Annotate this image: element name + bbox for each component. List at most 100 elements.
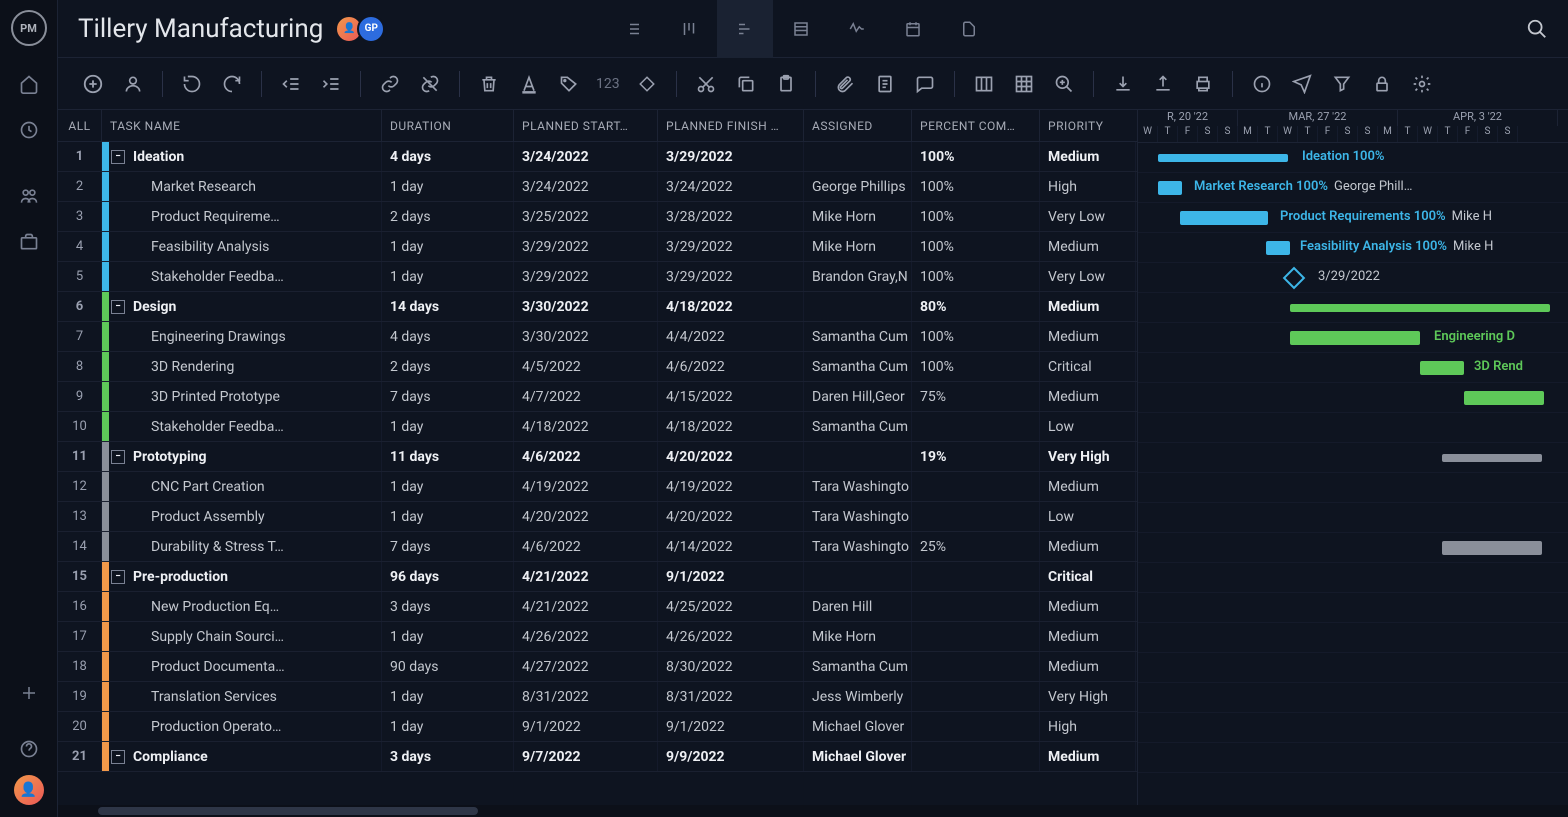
assigned-cell[interactable]: Tara Washingto — [804, 472, 912, 501]
task-name-cell[interactable]: CNC Part Creation — [102, 472, 382, 501]
percent-cell[interactable] — [912, 472, 1040, 501]
task-row[interactable]: 2Market Research1 day3/24/20223/24/2022G… — [58, 172, 1137, 202]
assigned-cell[interactable]: Mike Horn — [804, 202, 912, 231]
finish-cell[interactable]: 9/1/2022 — [658, 712, 804, 741]
milestone-diamond[interactable] — [1283, 267, 1306, 290]
task-name-cell[interactable]: Production Operato… — [102, 712, 382, 741]
finish-cell[interactable]: 9/1/2022 — [658, 562, 804, 591]
task-name-cell[interactable]: Stakeholder Feedba… — [102, 262, 382, 291]
add-icon[interactable] — [9, 673, 49, 713]
task-row[interactable]: 5Stakeholder Feedba…1 day3/29/20223/29/2… — [58, 262, 1137, 292]
zoom-icon[interactable] — [1049, 69, 1079, 99]
finish-cell[interactable]: 4/26/2022 — [658, 622, 804, 651]
member-avatar-2[interactable]: GP — [357, 15, 385, 43]
duration-cell[interactable]: 1 day — [382, 472, 514, 501]
duration-cell[interactable]: 7 days — [382, 382, 514, 411]
start-cell[interactable]: 3/24/2022 — [514, 172, 658, 201]
task-row[interactable]: 10Stakeholder Feedba…1 day4/18/20224/18/… — [58, 412, 1137, 442]
horizontal-scrollbar[interactable] — [58, 805, 1568, 817]
percent-cell[interactable] — [912, 592, 1040, 621]
columns-icon[interactable] — [969, 69, 999, 99]
start-cell[interactable]: 4/20/2022 — [514, 502, 658, 531]
start-cell[interactable]: 4/19/2022 — [514, 472, 658, 501]
project-members[interactable]: 👤 GP — [341, 15, 385, 43]
app-logo[interactable]: PM — [11, 10, 47, 46]
task-name-cell[interactable]: Product Documenta… — [102, 652, 382, 681]
task-name-cell[interactable]: Stakeholder Feedba… — [102, 412, 382, 441]
milestone-icon[interactable] — [632, 69, 662, 99]
col-all[interactable]: ALL — [58, 110, 102, 141]
task-name-cell[interactable]: Durability & Stress T… — [102, 532, 382, 561]
assigned-cell[interactable]: Michael Glover — [804, 712, 912, 741]
task-name-cell[interactable]: −Pre-production — [102, 562, 382, 591]
assigned-cell[interactable]: Samantha Cum — [804, 652, 912, 681]
percent-cell[interactable] — [912, 742, 1040, 771]
search-icon[interactable] — [1526, 18, 1548, 40]
start-cell[interactable]: 4/5/2022 — [514, 352, 658, 381]
finish-cell[interactable]: 4/25/2022 — [658, 592, 804, 621]
task-name-cell[interactable]: 3D Printed Prototype — [102, 382, 382, 411]
task-name-cell[interactable]: Engineering Drawings — [102, 322, 382, 351]
start-cell[interactable]: 9/1/2022 — [514, 712, 658, 741]
collapse-icon[interactable]: − — [111, 570, 125, 584]
duration-cell[interactable]: 11 days — [382, 442, 514, 471]
task-name-cell[interactable]: Product Requireme… — [102, 202, 382, 231]
task-row[interactable]: 7Engineering Drawings4 days3/30/20224/4/… — [58, 322, 1137, 352]
view-gantt-icon[interactable] — [717, 0, 773, 58]
unlink-icon[interactable] — [415, 69, 445, 99]
percent-cell[interactable] — [912, 712, 1040, 741]
duration-cell[interactable]: 1 day — [382, 232, 514, 261]
duration-cell[interactable]: 3 days — [382, 592, 514, 621]
task-row[interactable]: 18Product Documenta…90 days4/27/20228/30… — [58, 652, 1137, 682]
task-row[interactable]: 17Supply Chain Sourci…1 day4/26/20224/26… — [58, 622, 1137, 652]
task-row[interactable]: 12CNC Part Creation1 day4/19/20224/19/20… — [58, 472, 1137, 502]
task-row[interactable]: 93D Printed Prototype7 days4/7/20224/15/… — [58, 382, 1137, 412]
priority-cell[interactable]: Medium — [1040, 532, 1136, 561]
percent-cell[interactable]: 100% — [912, 232, 1040, 261]
percent-cell[interactable]: 100% — [912, 322, 1040, 351]
finish-cell[interactable]: 4/19/2022 — [658, 472, 804, 501]
col-duration[interactable]: DURATION — [382, 110, 514, 141]
add-task-icon[interactable] — [78, 69, 108, 99]
duration-cell[interactable]: 4 days — [382, 322, 514, 351]
duration-cell[interactable]: 1 day — [382, 172, 514, 201]
percent-cell[interactable]: 100% — [912, 142, 1040, 171]
task-name-cell[interactable]: Supply Chain Sourci… — [102, 622, 382, 651]
attachment-icon[interactable] — [830, 69, 860, 99]
assigned-cell[interactable]: Mike Horn — [804, 232, 912, 261]
help-icon[interactable] — [9, 729, 49, 769]
comment-icon[interactable] — [910, 69, 940, 99]
percent-cell[interactable]: 100% — [912, 262, 1040, 291]
print-icon[interactable] — [1188, 69, 1218, 99]
percent-cell[interactable]: 75% — [912, 382, 1040, 411]
portfolio-icon[interactable] — [9, 222, 49, 262]
start-cell[interactable]: 4/18/2022 — [514, 412, 658, 441]
duration-cell[interactable]: 1 day — [382, 712, 514, 741]
finish-cell[interactable]: 3/24/2022 — [658, 172, 804, 201]
finish-cell[interactable]: 4/14/2022 — [658, 532, 804, 561]
percent-cell[interactable] — [912, 622, 1040, 651]
priority-cell[interactable]: High — [1040, 712, 1136, 741]
view-list-icon[interactable] — [605, 0, 661, 58]
gantt-chart[interactable]: R, 20 '22MAR, 27 '22APR, 3 '22 WTFSSMTWT… — [1138, 110, 1568, 817]
assign-icon[interactable] — [118, 69, 148, 99]
start-cell[interactable]: 4/21/2022 — [514, 592, 658, 621]
start-cell[interactable]: 4/26/2022 — [514, 622, 658, 651]
duration-cell[interactable]: 14 days — [382, 292, 514, 321]
duration-cell[interactable]: 90 days — [382, 652, 514, 681]
view-calendar-icon[interactable] — [885, 0, 941, 58]
start-cell[interactable]: 3/24/2022 — [514, 142, 658, 171]
task-row[interactable]: 83D Rendering2 days4/5/20224/6/2022Saman… — [58, 352, 1137, 382]
priority-cell[interactable]: Medium — [1040, 142, 1136, 171]
assigned-cell[interactable]: Samantha Cum — [804, 352, 912, 381]
priority-cell[interactable]: Very High — [1040, 682, 1136, 711]
start-cell[interactable]: 8/31/2022 — [514, 682, 658, 711]
view-files-icon[interactable] — [941, 0, 997, 58]
task-name-cell[interactable]: Product Assembly — [102, 502, 382, 531]
assigned-cell[interactable]: George Phillips — [804, 172, 912, 201]
priority-cell[interactable]: Medium — [1040, 622, 1136, 651]
assigned-cell[interactable]: Michael Glover — [804, 742, 912, 771]
task-name-cell[interactable]: −Prototyping — [102, 442, 382, 471]
assigned-cell[interactable]: Samantha Cum — [804, 322, 912, 351]
assigned-cell[interactable]: Tara Washingto — [804, 502, 912, 531]
